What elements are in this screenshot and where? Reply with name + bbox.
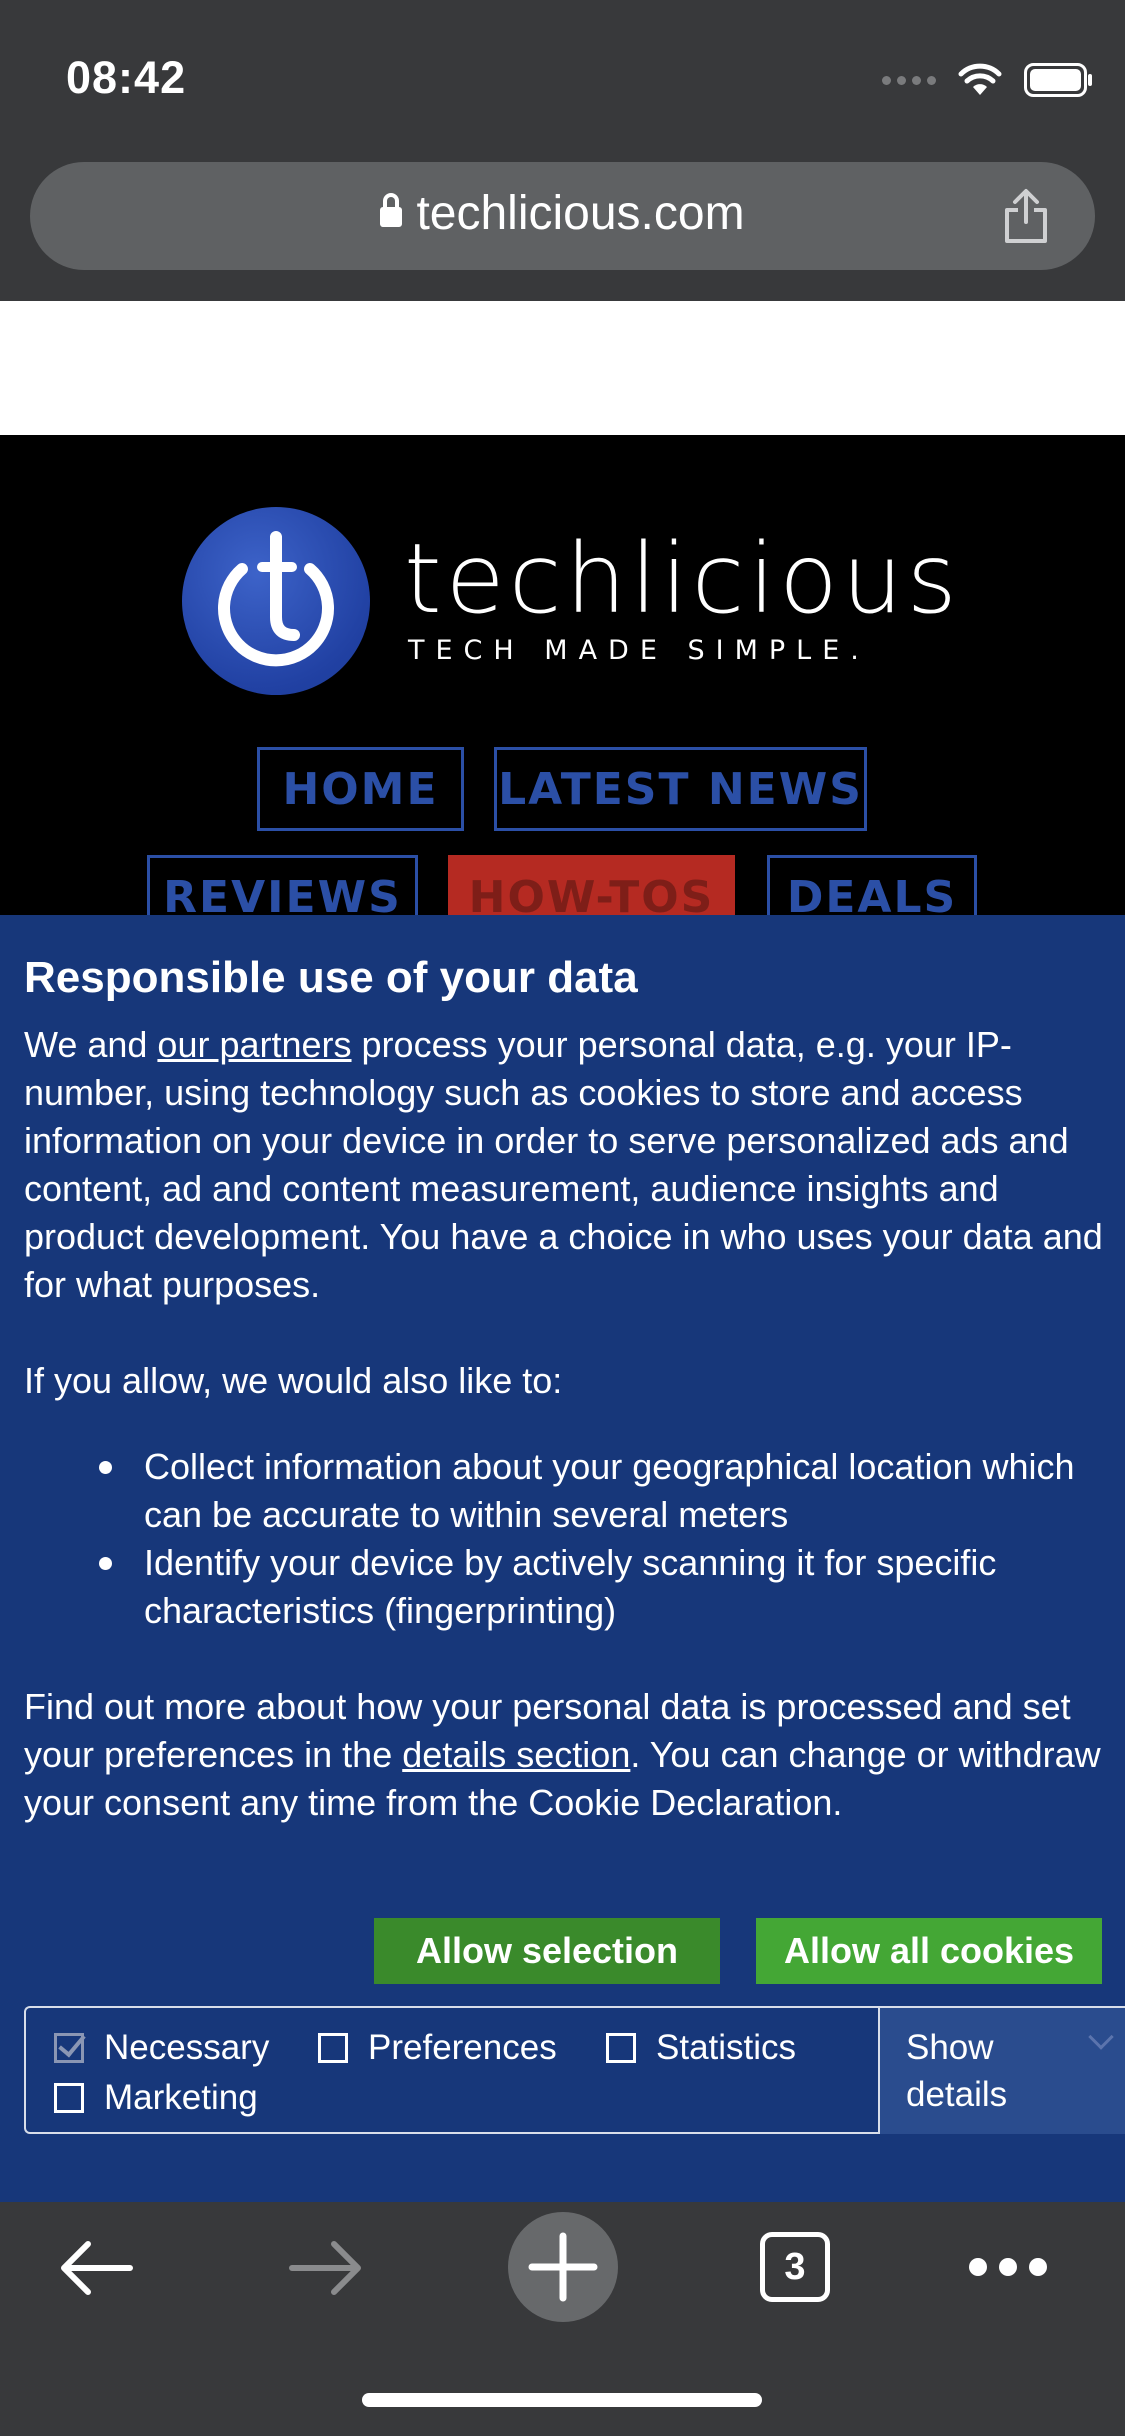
ad-space [0,301,1125,435]
status-time: 08:42 [66,52,187,103]
consent-intro: We and our partners process your persona… [24,1024,1103,1305]
more-icon[interactable] [966,2254,1050,2280]
details-section-link[interactable]: details section [402,1734,630,1775]
show-details-label: Show details [906,2028,1008,2114]
statistics-checkbox[interactable] [606,2033,636,2063]
nav-home[interactable]: HOME [257,747,464,831]
nav-reviews[interactable]: REVIEWS [147,855,418,915]
wifi-icon [958,63,1002,95]
preferences-option[interactable]: Preferences [318,2028,557,2068]
list-item: Collect information about your geographi… [24,1443,1114,1539]
plus-icon [528,2232,598,2302]
status-icons [882,60,1092,100]
marketing-checkbox[interactable] [54,2083,84,2113]
url-text: techlicious.com [416,187,745,240]
site-header: techlicious TECH MADE SIMPLE. HOME LATES… [0,435,1125,915]
address-bar[interactable]: techlicious.com [30,162,1095,270]
consent-body: We and our partners process your persona… [24,1021,1114,1875]
chevron-down-icon [1088,2024,1114,2050]
consent-allow-intro: If you allow, we would also like to: [24,1360,563,1401]
forward-arrow-icon[interactable] [288,2238,364,2298]
back-arrow-icon[interactable] [58,2238,134,2298]
battery-icon [1024,63,1092,97]
necessary-checkbox[interactable] [54,2033,84,2063]
logo-wordmark[interactable]: techlicious [404,523,961,635]
allow-all-cookies-button[interactable]: Allow all cookies [756,1918,1102,1984]
preferences-checkbox[interactable] [318,2033,348,2063]
logo-tagline: TECH MADE SIMPLE. [408,635,870,666]
nav-latest-news[interactable]: LATEST NEWS [494,747,867,831]
nav-how-tos[interactable]: HOW-TOS [448,855,735,915]
cookie-preferences-box: Necessary Preferences Statistics Marketi… [24,2006,1125,2134]
techlicious-logo-icon[interactable] [182,507,370,695]
cellular-signal-icon [882,75,936,85]
cookie-consent-banner: Responsible use of your data We and our … [0,915,1125,2202]
statistics-option[interactable]: Statistics [606,2028,796,2068]
share-icon[interactable] [1001,188,1051,244]
list-item: Identify your device by actively scannin… [24,1539,1114,1635]
home-indicator[interactable] [362,2393,762,2407]
consent-bullet-list: Collect information about your geographi… [24,1443,1114,1635]
preferences-label: Preferences [368,2028,557,2067]
statistics-label: Statistics [656,2028,797,2067]
show-details-button[interactable]: Show details [878,2008,1125,2134]
nav-deals[interactable]: DEALS [767,855,977,915]
marketing-label: Marketing [104,2078,258,2117]
new-tab-button[interactable] [508,2212,618,2322]
consent-more-info: Find out more about how your personal da… [24,1686,1101,1823]
browser-top-chrome: 08:42 techlicious.com [0,0,1125,301]
allow-selection-button[interactable]: Allow selection [374,1918,720,1984]
necessary-label: Necessary [104,2028,270,2067]
tabs-button[interactable]: 3 [760,2232,830,2302]
necessary-option[interactable]: Necessary [54,2028,269,2068]
consent-title: Responsible use of your data [24,953,638,1002]
our-partners-link[interactable]: our partners [157,1024,351,1065]
marketing-option[interactable]: Marketing [54,2078,258,2118]
lock-icon [380,193,403,227]
